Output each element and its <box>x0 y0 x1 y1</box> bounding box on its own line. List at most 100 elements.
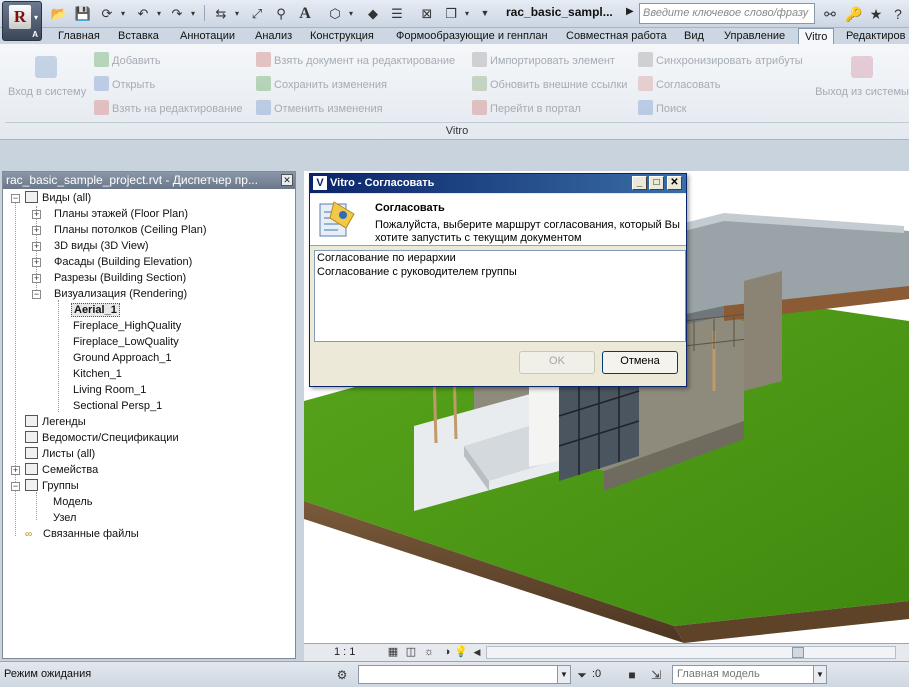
tab-analyze[interactable]: Анализ <box>255 28 292 44</box>
horizontal-scrollbar[interactable] <box>486 646 896 659</box>
tree-node-ceiling-plans[interactable]: Планы потолков (Ceiling Plan) <box>54 222 207 238</box>
expand-toggle[interactable]: + <box>32 274 41 283</box>
chevron-down-icon[interactable]: ▾ <box>228 4 246 23</box>
chevron-down-icon[interactable]: ▾ <box>184 4 202 23</box>
search-button[interactable]: Поиск <box>638 100 686 118</box>
scroll-left-icon[interactable]: ◀ <box>470 646 484 659</box>
chevron-down-icon[interactable]: ▾ <box>150 4 168 23</box>
tree-node-ground-approach[interactable]: Ground Approach_1 <box>73 350 171 366</box>
list-item[interactable]: Согласование по иерархии <box>315 251 685 265</box>
tree-node-aerial[interactable]: Aerial_1 <box>71 302 120 318</box>
thin-lines-icon[interactable]: ☰ <box>388 4 406 23</box>
open-button[interactable]: Открыть <box>94 76 155 94</box>
expand-toggle[interactable]: + <box>32 226 41 235</box>
undo-changes-button[interactable]: Отменить изменения <box>256 100 383 118</box>
tab-manage[interactable]: Управление <box>724 28 785 44</box>
view-scale[interactable]: 1 : 1 <box>334 646 355 658</box>
tree-node-legends[interactable]: Легенды <box>25 414 86 430</box>
save-changes-button[interactable]: Сохранить изменения <box>256 76 387 94</box>
tab-home[interactable]: Главная <box>58 28 100 44</box>
tree-node-3d-views[interactable]: 3D виды (3D View) <box>54 238 149 254</box>
chevron-down-icon[interactable]: ▾ <box>114 4 132 23</box>
design-options-icon[interactable]: ■ <box>624 667 640 683</box>
sun-path-icon[interactable]: ☼ <box>422 646 436 659</box>
sync-attributes-button[interactable]: Синхронизировать атрибуты <box>638 52 803 70</box>
tab-structure[interactable]: Конструкция <box>310 28 374 44</box>
tree-node-groups[interactable]: Группы <box>25 478 79 494</box>
update-links-button[interactable]: Обновить внешние ссылки <box>472 76 627 94</box>
open-icon[interactable]: 📂 <box>50 4 68 23</box>
add-button[interactable]: Добавить <box>94 52 161 70</box>
expand-toggle[interactable]: + <box>11 466 20 475</box>
detail-level-icon[interactable]: ▦ <box>386 646 400 659</box>
tree-node-elevations[interactable]: Фасады (Building Elevation) <box>54 254 192 270</box>
expand-toggle[interactable]: + <box>32 258 41 267</box>
tab-massing-site[interactable]: Формообразующие и генплан <box>396 28 548 44</box>
lightbulb-icon[interactable]: 💡 <box>454 646 468 659</box>
chevron-down-icon[interactable]: ▾ <box>458 4 476 23</box>
communication-icon[interactable]: ★ <box>866 4 886 24</box>
save-icon[interactable]: 💾 <box>74 4 92 23</box>
tree-node-sectional-persp[interactable]: Sectional Persp_1 <box>73 398 162 414</box>
tree-node-linked-files[interactable]: ∞ Связанные файлы <box>25 526 139 542</box>
scrollbar-thumb[interactable] <box>792 647 804 658</box>
approve-button[interactable]: Согласовать <box>638 76 720 94</box>
editing-requests-icon[interactable]: ⇲ <box>648 667 664 683</box>
tab-modify[interactable]: Редактиров <box>846 28 905 44</box>
tree-node-schedules[interactable]: Ведомости/Спецификации <box>25 430 179 446</box>
list-item[interactable]: Согласование с руководителем группы <box>315 265 685 279</box>
collapse-toggle[interactable]: − <box>11 482 20 491</box>
ok-button[interactable]: OK <box>519 351 595 374</box>
collapse-toggle[interactable]: − <box>11 194 20 203</box>
collapse-toggle[interactable]: − <box>32 290 41 299</box>
visual-style-icon[interactable]: ◫ <box>404 646 418 659</box>
expand-toggle[interactable]: + <box>32 242 41 251</box>
tree-node-views[interactable]: Виды (all) <box>25 190 91 206</box>
search-input[interactable]: Введите ключевое слово/фразу <box>639 3 815 24</box>
filter-icon[interactable]: ⏷ <box>574 667 590 683</box>
customize-qat-icon[interactable]: ▼ <box>476 4 494 23</box>
route-list[interactable]: Согласование по иерархии Согласование с … <box>314 250 686 342</box>
chevron-down-icon[interactable]: ▾ <box>342 4 360 23</box>
chevron-down-icon[interactable]: ▼ <box>557 665 571 684</box>
workset-dropdown[interactable] <box>358 665 558 684</box>
tree-node-fireplace-hq[interactable]: Fireplace_HighQuality <box>73 318 181 334</box>
dialog-title-bar[interactable]: V Vitro - Согласовать _ □ ✕ <box>310 174 686 193</box>
checkout-document-button[interactable]: Взять документ на редактирование <box>256 52 455 70</box>
go-to-portal-button[interactable]: Перейти в портал <box>472 100 581 118</box>
worksets-icon[interactable]: ⚙ <box>334 667 350 683</box>
maximize-button[interactable]: □ <box>649 176 664 190</box>
tree-node-families[interactable]: Семейства <box>25 462 98 478</box>
tab-view[interactable]: Вид <box>684 28 704 44</box>
close-button[interactable]: ✕ <box>667 176 682 190</box>
section-icon[interactable]: ◆ <box>364 4 382 23</box>
cancel-button[interactable]: Отмена <box>602 351 678 374</box>
subscription-icon[interactable]: 🔑 <box>844 4 864 24</box>
tag-icon[interactable]: ⚲ <box>272 4 290 23</box>
binoculars-icon[interactable]: ⚯ <box>820 4 840 24</box>
help-icon[interactable]: ? <box>888 4 908 24</box>
tree-node-detail[interactable]: Узел <box>53 510 76 526</box>
minimize-button[interactable]: _ <box>632 176 647 190</box>
tree-node-kitchen[interactable]: Kitchen_1 <box>73 366 122 382</box>
tab-insert[interactable]: Вставка <box>118 28 159 44</box>
close-hidden-icon[interactable]: ⊠ <box>418 4 436 23</box>
tree-node-fireplace-lq[interactable]: Fireplace_LowQuality <box>73 334 179 350</box>
chevron-down-icon[interactable]: ▼ <box>813 665 827 684</box>
tree-node-renderings[interactable]: Визуализация (Rendering) <box>54 286 187 302</box>
design-option-dropdown[interactable]: Главная модель <box>672 665 814 684</box>
tab-vitro[interactable]: Vitro <box>798 28 835 45</box>
tree-node-model[interactable]: Модель <box>53 494 92 510</box>
dimension-icon[interactable]: ⤢ <box>248 4 266 23</box>
tree-node-living-room[interactable]: Living Room_1 <box>73 382 146 398</box>
close-icon[interactable]: ✕ <box>281 174 293 186</box>
login-button[interactable]: Вход в систему <box>8 56 86 98</box>
checkout-button[interactable]: Взять на редактирование <box>94 100 242 118</box>
expand-toggle[interactable]: + <box>32 210 41 219</box>
text-icon[interactable]: A <box>296 4 314 23</box>
tree-node-sections[interactable]: Разрезы (Building Section) <box>54 270 186 286</box>
tab-annotate[interactable]: Аннотации <box>180 28 235 44</box>
logout-button[interactable]: Выход из системы <box>815 56 909 98</box>
tree-node-floor-plans[interactable]: Планы этажей (Floor Plan) <box>54 206 188 222</box>
application-menu-button[interactable]: R ▾ A <box>2 1 42 41</box>
